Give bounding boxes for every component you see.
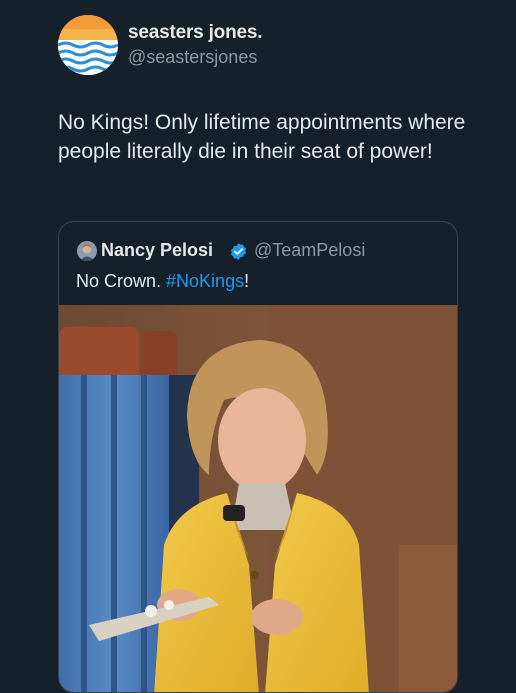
display-name[interactable]: seasters jones. xyxy=(128,22,263,44)
quote-media-video[interactable] xyxy=(59,305,457,692)
quote-tweet-card[interactable]: Nancy Pelosi @TeamPelosi No Crown. #NoKi… xyxy=(58,221,458,693)
quote-display-name[interactable]: Nancy Pelosi xyxy=(101,240,213,261)
tweet-text: No Kings! Only lifetime appointments whe… xyxy=(58,111,466,163)
hashtag-link[interactable]: #NoKings xyxy=(166,271,244,291)
quote-text-end: ! xyxy=(244,271,250,291)
quote-avatar[interactable] xyxy=(77,241,97,261)
quote-text-start: No Crown. xyxy=(76,271,167,291)
quote-handle[interactable]: @TeamPelosi xyxy=(254,240,365,261)
verified-badge-icon xyxy=(230,243,247,260)
tweet[interactable]: seasters jones. @seastersjones No Kings!… xyxy=(0,0,516,693)
user-avatar[interactable] xyxy=(58,15,118,75)
user-handle[interactable]: @seastersjones xyxy=(128,47,257,68)
quote-text: No Crown. #NoKings! xyxy=(76,271,249,292)
